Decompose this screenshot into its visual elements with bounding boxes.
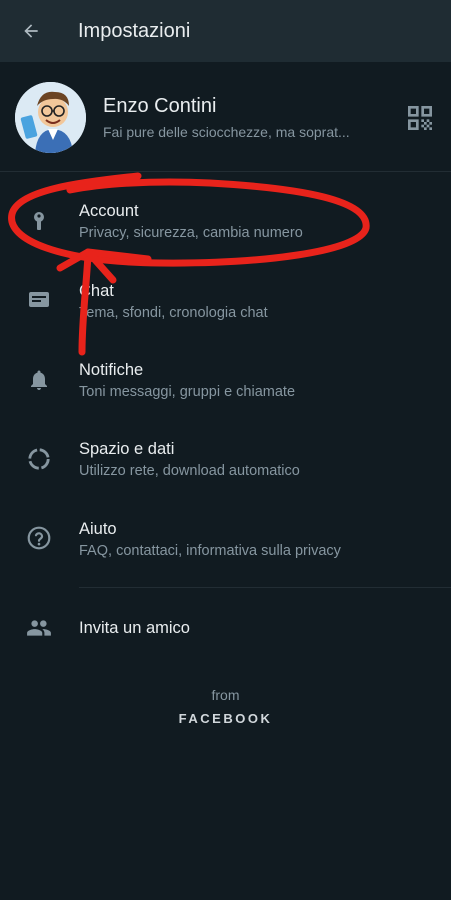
menu-item-account[interactable]: Account Privacy, sicurezza, cambia numer… — [0, 180, 451, 260]
menu-item-storage-data[interactable]: Spazio e dati Utilizzo rete, download au… — [0, 418, 451, 498]
profile-status: Fai pure delle sciocchezze, ma soprat... — [103, 124, 350, 140]
arrow-left-icon — [24, 24, 38, 38]
data-usage-icon — [24, 444, 54, 474]
avatar[interactable] — [15, 82, 86, 153]
menu-item-title: Invita un amico — [79, 619, 190, 637]
menu-item-subtitle: Toni messaggi, gruppi e chiamate — [79, 384, 296, 400]
menu-item-subtitle: Utilizzo rete, download automatico — [79, 463, 300, 479]
menu-item-title: Spazio e dati — [79, 440, 175, 458]
profile-name: Enzo Contini — [103, 95, 217, 117]
profile-info: Enzo Contini Fai pure delle sciocchezze,… — [103, 94, 383, 140]
menu-item-title: Notifiche — [79, 361, 144, 379]
qr-code-icon — [408, 106, 432, 130]
menu-item-subtitle: FAQ, contattaci, informativa sulla priva… — [79, 543, 341, 559]
menu-item-chat[interactable]: Chat Tema, sfondi, cronologia chat — [0, 260, 451, 340]
menu-item-title: Account — [79, 202, 139, 220]
menu-item-notifications[interactable]: Notifiche Toni messaggi, gruppi e chiama… — [0, 339, 451, 419]
chat-icon — [24, 285, 54, 315]
help-icon — [24, 523, 54, 553]
key-icon — [24, 206, 54, 236]
divider — [79, 587, 451, 588]
profile-row[interactable]: Enzo Contini Fai pure delle sciocchezze,… — [0, 62, 451, 172]
menu-item-help[interactable]: Aiuto FAQ, contattaci, informativa sulla… — [0, 498, 451, 578]
app-bar: Impostazioni — [0, 0, 451, 62]
bell-icon — [24, 365, 54, 395]
page-title: Impostazioni — [78, 19, 191, 42]
menu-item-title: Chat — [79, 282, 114, 300]
back-button[interactable] — [0, 0, 62, 62]
footer-brand: FACEBOOK — [178, 711, 273, 726]
menu-item-subtitle: Tema, sfondi, cronologia chat — [79, 305, 268, 321]
menu-item-title: Aiuto — [79, 520, 117, 538]
menu-item-subtitle: Privacy, sicurezza, cambia numero — [79, 225, 303, 241]
people-icon — [24, 613, 54, 643]
menu-item-invite-friend[interactable]: Invita un amico — [0, 592, 451, 664]
footer-from: from — [211, 687, 240, 703]
qr-code-button[interactable] — [404, 102, 436, 134]
